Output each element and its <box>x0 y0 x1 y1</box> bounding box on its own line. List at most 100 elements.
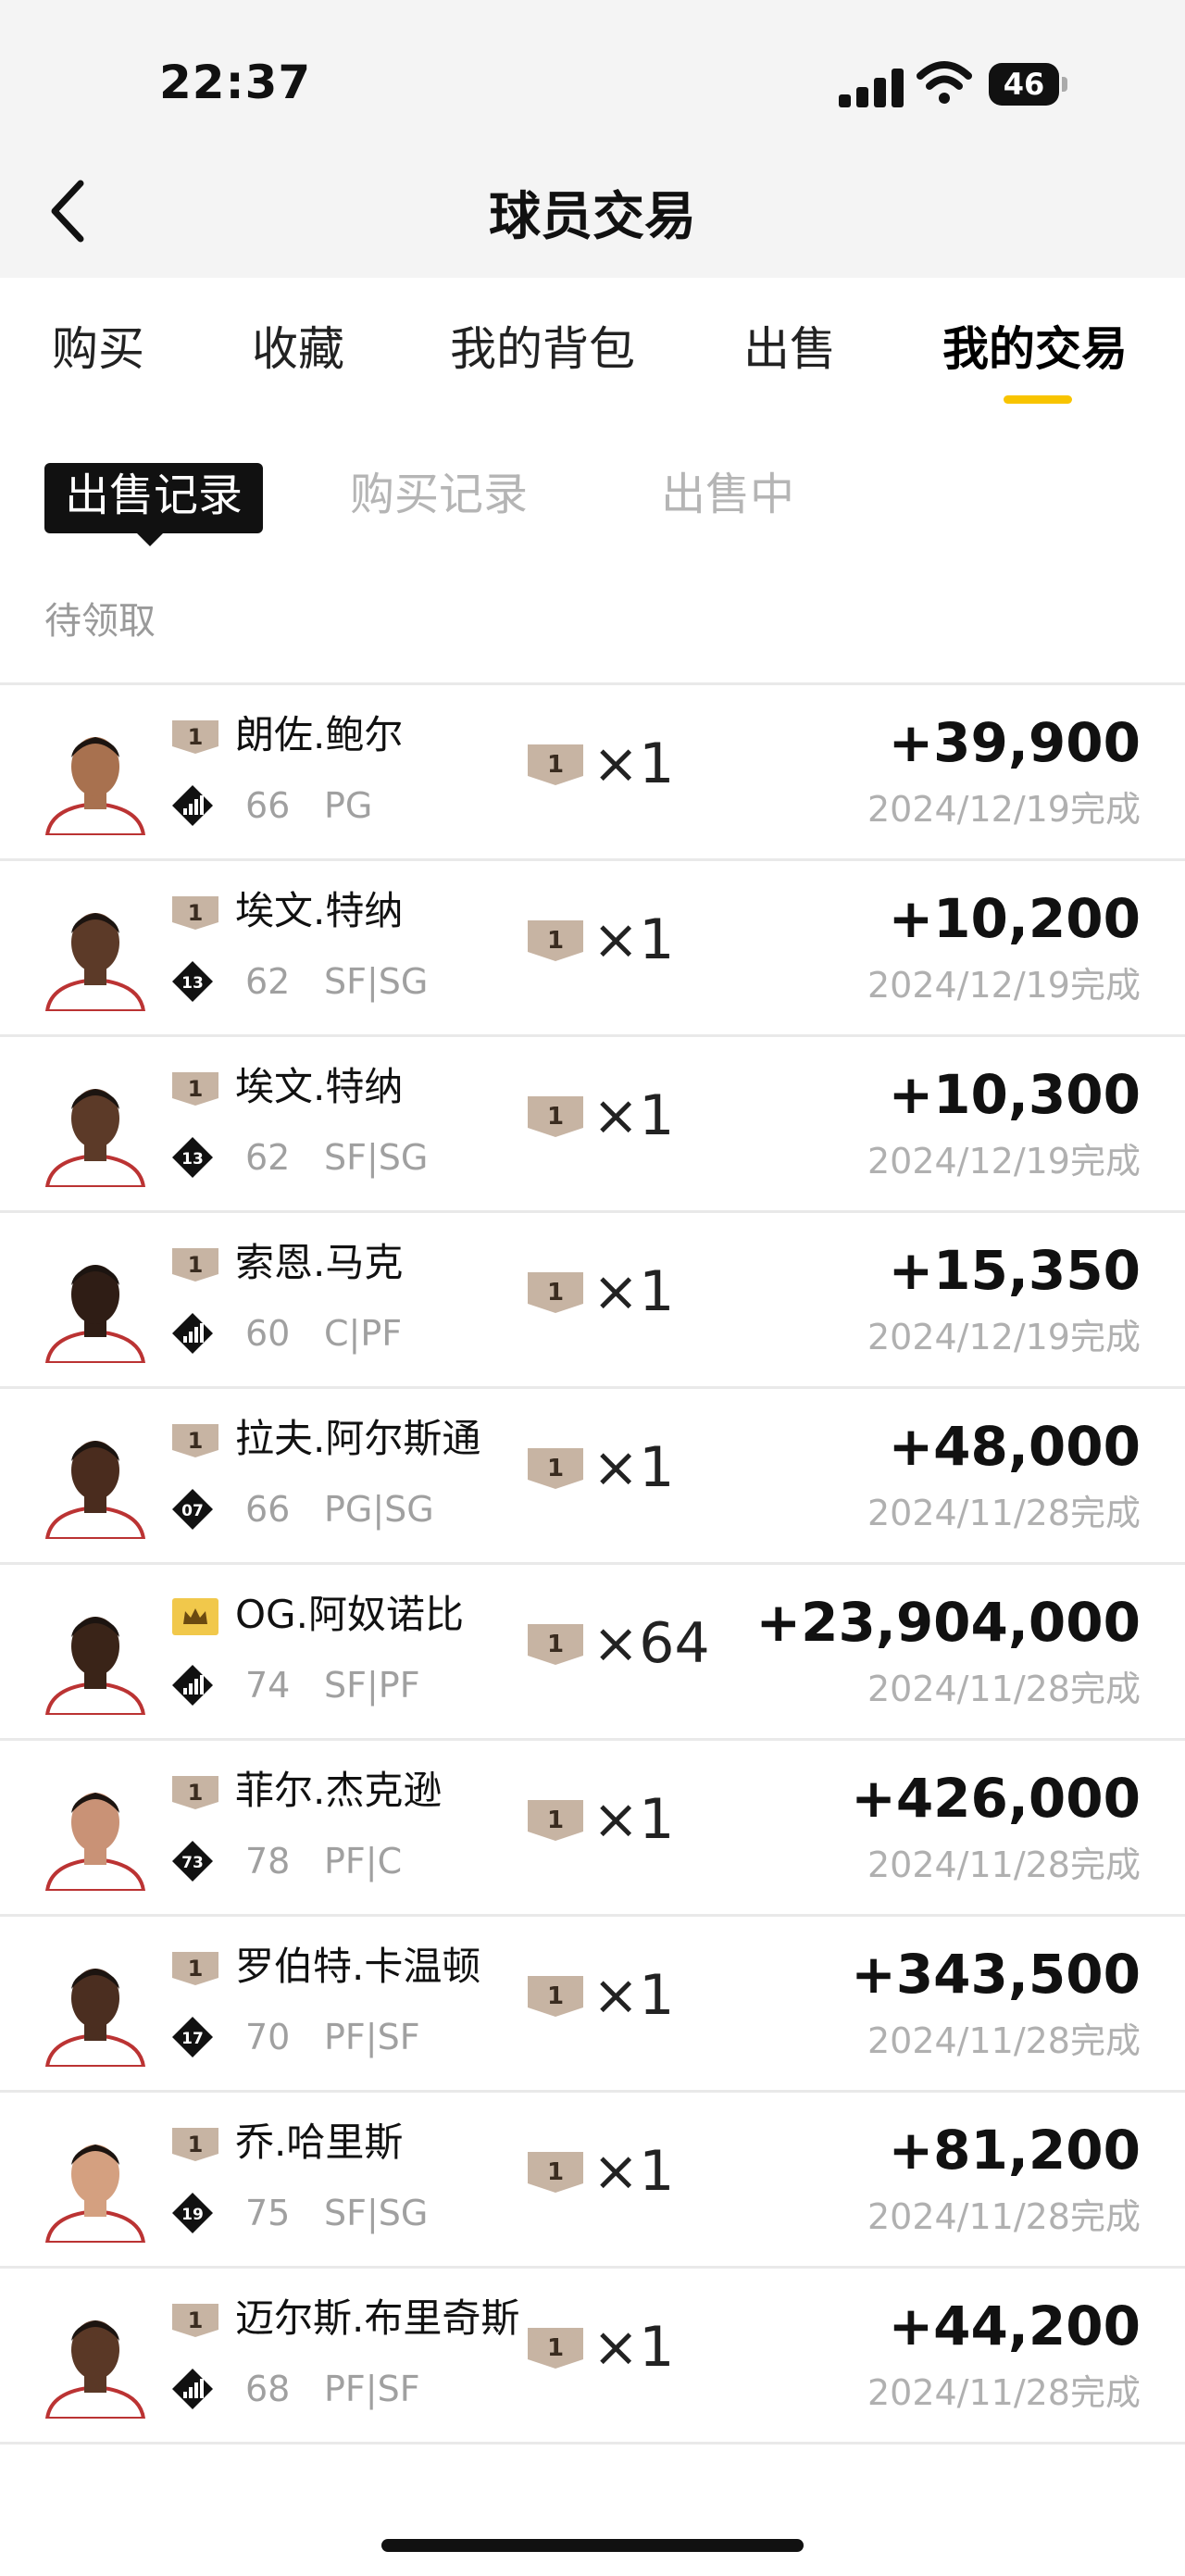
trade-record-row[interactable]: OG.阿奴诺比 74 SF|PF 1 ×64 +23,904,000 2024/11/28完… <box>0 1565 1185 1741</box>
trade-price: +48,000 <box>888 1415 1141 1478</box>
svg-text:13: 13 <box>181 1150 204 1169</box>
player-overall: 74 <box>245 1665 291 1706</box>
player-position: PG|SG <box>324 1489 434 1530</box>
tab-sell[interactable]: 出售 <box>743 319 836 379</box>
tab-buy[interactable]: 购买 <box>52 319 144 379</box>
trade-date: 2024/11/28完成 <box>867 1493 1141 1533</box>
section-label-pending: 待领取 <box>44 600 156 643</box>
tier-one-badge-icon: 1 <box>172 2126 218 2163</box>
player-overall: 70 <box>245 2017 291 2057</box>
tab-favorites[interactable]: 收藏 <box>252 319 344 379</box>
cellular-signal-icon <box>839 67 904 107</box>
svg-text:1: 1 <box>188 1780 204 1806</box>
card-tier-icon: 1 <box>528 741 583 787</box>
svg-text:73: 73 <box>181 1854 204 1872</box>
home-indicator[interactable] <box>381 2539 804 2552</box>
trade-quantity: ×1 <box>592 907 675 972</box>
tier-one-badge-icon: 1 <box>172 719 218 756</box>
trade-record-row[interactable]: 160SF|PF1×12024/12/19完成 <box>0 662 1185 685</box>
player-overall: 66 <box>245 785 291 826</box>
jersey-number-icon: 17 <box>170 2015 215 2059</box>
player-name: 埃文.特纳 <box>235 888 404 933</box>
svg-text:1: 1 <box>547 1279 564 1307</box>
trade-record-row[interactable]: 1 索恩.马克 60 C|PF 1 ×1 +15,350 2024/12/19完成 <box>0 1213 1185 1389</box>
trade-record-row[interactable]: 1 迈尔斯.布里奇斯 68 PF|SF 1 ×1 +44,200 2024/11/28完成 <box>0 2269 1185 2445</box>
trade-record-row[interactable]: 1 乔.哈里斯 19 75 SF|SG 1 ×1 +81,200 2024/11/28完成 <box>0 2093 1185 2269</box>
trade-record-row[interactable]: 1 埃文.特纳 13 62 SF|SG 1 ×1 +10,200 2024/12/19完成 <box>0 861 1185 1037</box>
svg-text:1: 1 <box>188 1252 204 1278</box>
svg-text:1: 1 <box>547 1807 564 1834</box>
svg-text:1: 1 <box>547 2334 564 2362</box>
card-tier-icon: 1 <box>528 1444 583 1491</box>
trade-record-row[interactable]: 1 拉夫.阿尔斯通 07 66 PG|SG 1 ×1 +48,000 2024/11/28完成 <box>0 1389 1185 1565</box>
card-tier-icon: 1 <box>528 1972 583 2019</box>
trade-quantity: ×1 <box>592 1435 675 1500</box>
jersey-number-icon: 13 <box>170 1135 215 1180</box>
trade-quantity: ×1 <box>592 732 675 796</box>
signal-rank-icon <box>170 783 215 828</box>
player-avatar <box>44 1422 147 1539</box>
svg-text:17: 17 <box>181 2030 204 2048</box>
battery-level: 46 <box>1003 67 1045 102</box>
player-position: SF|SG <box>324 2193 429 2233</box>
svg-text:1: 1 <box>188 2307 204 2333</box>
jersey-number-icon: 07 <box>170 1487 215 1532</box>
jersey-number-icon: 13 <box>170 959 215 1004</box>
tab-my-trades[interactable]: 我的交易 <box>942 319 1128 379</box>
subtab-purchase-records[interactable]: 购买记录 <box>350 465 528 524</box>
trade-date: 2024/12/19完成 <box>867 1141 1141 1182</box>
tier-one-badge-icon: 1 <box>172 1774 218 1811</box>
player-avatar <box>44 1774 147 1891</box>
trade-record-list[interactable]: 160SF|PF1×12024/12/19完成 1朗佐.鲍尔66PG1×1+39… <box>0 662 1185 2486</box>
player-name: 朗佐.鲍尔 <box>235 712 404 757</box>
trade-quantity: ×1 <box>592 2315 675 2380</box>
card-tier-icon: 1 <box>528 1620 583 1667</box>
trade-record-row[interactable]: 1 菲尔.杰克逊 73 78 PF|C 1 ×1 +426,000 2024/11/28完成 <box>0 1741 1185 1917</box>
svg-text:1: 1 <box>188 900 204 926</box>
svg-text:07: 07 <box>181 1502 204 1520</box>
player-avatar <box>44 1598 147 1715</box>
svg-text:1: 1 <box>547 1631 564 1658</box>
svg-text:1: 1 <box>547 751 564 779</box>
player-overall: 60 <box>245 1313 291 1354</box>
trade-price: +10,200 <box>888 887 1141 950</box>
player-position: SF|SG <box>324 1137 429 1178</box>
svg-text:1: 1 <box>547 1103 564 1131</box>
trade-date: 2024/11/28完成 <box>867 1669 1141 1709</box>
trade-date: 2024/12/19完成 <box>867 789 1141 830</box>
trade-date: 2024/11/28完成 <box>867 2196 1141 2237</box>
trade-price: +10,300 <box>888 1063 1141 1126</box>
trade-record-row[interactable]: 1 朗佐.鲍尔 66 PG 1 ×1 +39,900 2024/12/19完成 <box>0 685 1185 861</box>
card-tier-icon: 1 <box>528 1796 583 1843</box>
player-overall: 62 <box>245 1137 291 1178</box>
player-overall: 68 <box>245 2369 291 2409</box>
trade-date: 2024/11/28完成 <box>867 1844 1141 1885</box>
player-avatar <box>44 1950 147 2067</box>
player-position: PF|SF <box>324 2369 420 2409</box>
svg-text:1: 1 <box>547 2158 564 2186</box>
trade-date: 2024/11/28完成 <box>867 2372 1141 2413</box>
trade-date: 2024/12/19完成 <box>867 1317 1141 1357</box>
player-name: OG.阿奴诺比 <box>235 1592 464 1637</box>
page-title: 球员交易 <box>489 187 696 247</box>
status-bar: 22:37 46 <box>0 0 1185 157</box>
trade-price: +81,200 <box>888 2119 1141 2182</box>
trade-date: 2024/11/28完成 <box>867 2020 1141 2061</box>
trade-record-row[interactable]: 1 罗伯特.卡温顿 17 70 PF|SF 1 ×1 +343,500 2024/11/28完成 <box>0 1917 1185 2093</box>
player-overall: 66 <box>245 1489 291 1530</box>
svg-text:1: 1 <box>547 1455 564 1482</box>
player-position: SF|SG <box>324 961 429 1002</box>
tier-one-badge-icon: 1 <box>172 894 218 932</box>
player-position: PF|SF <box>324 2017 420 2057</box>
jersey-number-icon: 73 <box>170 1839 215 1883</box>
subtab-on-sale[interactable]: 出售中 <box>661 465 794 524</box>
trade-record-row[interactable]: 1 埃文.特纳 13 62 SF|SG 1 ×1 +10,300 2024/12/19完成 <box>0 1037 1185 1213</box>
player-overall: 75 <box>245 2193 291 2233</box>
svg-text:1: 1 <box>188 1076 204 1102</box>
subtab-sale-records[interactable]: 出售记录 <box>44 463 264 546</box>
tab-backpack[interactable]: 我的背包 <box>450 319 635 379</box>
player-position: C|PF <box>324 1313 403 1354</box>
trade-date: 2024/12/19完成 <box>867 965 1141 1006</box>
card-tier-icon: 1 <box>528 2324 583 2370</box>
player-name: 菲尔.杰克逊 <box>235 1768 443 1813</box>
